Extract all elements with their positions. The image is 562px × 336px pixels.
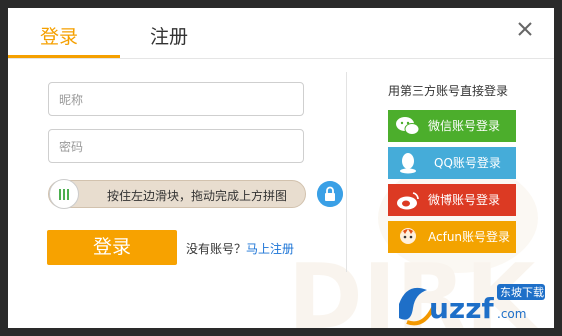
qq-login-label: QQ账号登录: [434, 156, 501, 170]
wechat-icon: [396, 117, 420, 135]
login-button[interactable]: 登录: [47, 230, 177, 265]
svg-text:.com: .com: [497, 307, 526, 321]
svg-text:东坡下载: 东坡下载: [500, 286, 544, 299]
tab-register[interactable]: 注册: [150, 22, 188, 49]
weibo-icon: [397, 192, 419, 210]
register-prompt: 没有账号？马上注册: [186, 240, 294, 257]
acfun-login-label: Acfun账号登录: [428, 230, 511, 244]
slider-handle[interactable]: [49, 179, 79, 209]
no-account-text: 没有账号？: [186, 242, 247, 256]
acfun-icon: [400, 228, 416, 244]
slider-instruction: 按住左边滑块，拖动完成上方拼图: [107, 189, 288, 203]
divider: [346, 72, 347, 272]
slider-captcha: 按住左边滑块，拖动完成上方拼图: [48, 179, 306, 209]
nickname-input[interactable]: 昵称: [48, 82, 304, 116]
qq-login-button[interactable]: QQ账号登录: [388, 147, 516, 179]
close-icon[interactable]: [515, 19, 535, 39]
acfun-login-button[interactable]: Acfun账号登录: [388, 221, 516, 253]
weibo-login-label: 微博账号登录: [428, 193, 501, 207]
svg-text:uzzf: uzzf: [429, 292, 495, 325]
active-tab-indicator: [8, 55, 120, 58]
tab-login[interactable]: 登录: [40, 22, 78, 49]
password-input[interactable]: 密码: [48, 129, 304, 163]
grip-line: [63, 189, 65, 200]
uzzf-logo: uzzf .com 东坡下载: [399, 284, 545, 326]
tab-bar: 登录 注册: [8, 8, 554, 59]
weibo-login-button[interactable]: 微博账号登录: [388, 184, 516, 216]
wechat-login-label: 微信账号登录: [428, 119, 501, 133]
qq-icon: [400, 153, 416, 174]
wechat-login-button[interactable]: 微信账号登录: [388, 110, 516, 142]
login-dialog: DIRK 登录 注册 昵称 密码 按住左边滑块，拖动完成上方拼图 登录: [8, 8, 554, 328]
lock-icon: [317, 181, 343, 207]
third-party-title: 用第三方账号直接登录: [388, 84, 509, 98]
grip-line: [67, 189, 69, 200]
window-frame: DIRK 登录 注册 昵称 密码 按住左边滑块，拖动完成上方拼图 登录: [0, 0, 562, 336]
register-link[interactable]: 马上注册: [246, 242, 294, 256]
grip-line: [59, 189, 61, 200]
